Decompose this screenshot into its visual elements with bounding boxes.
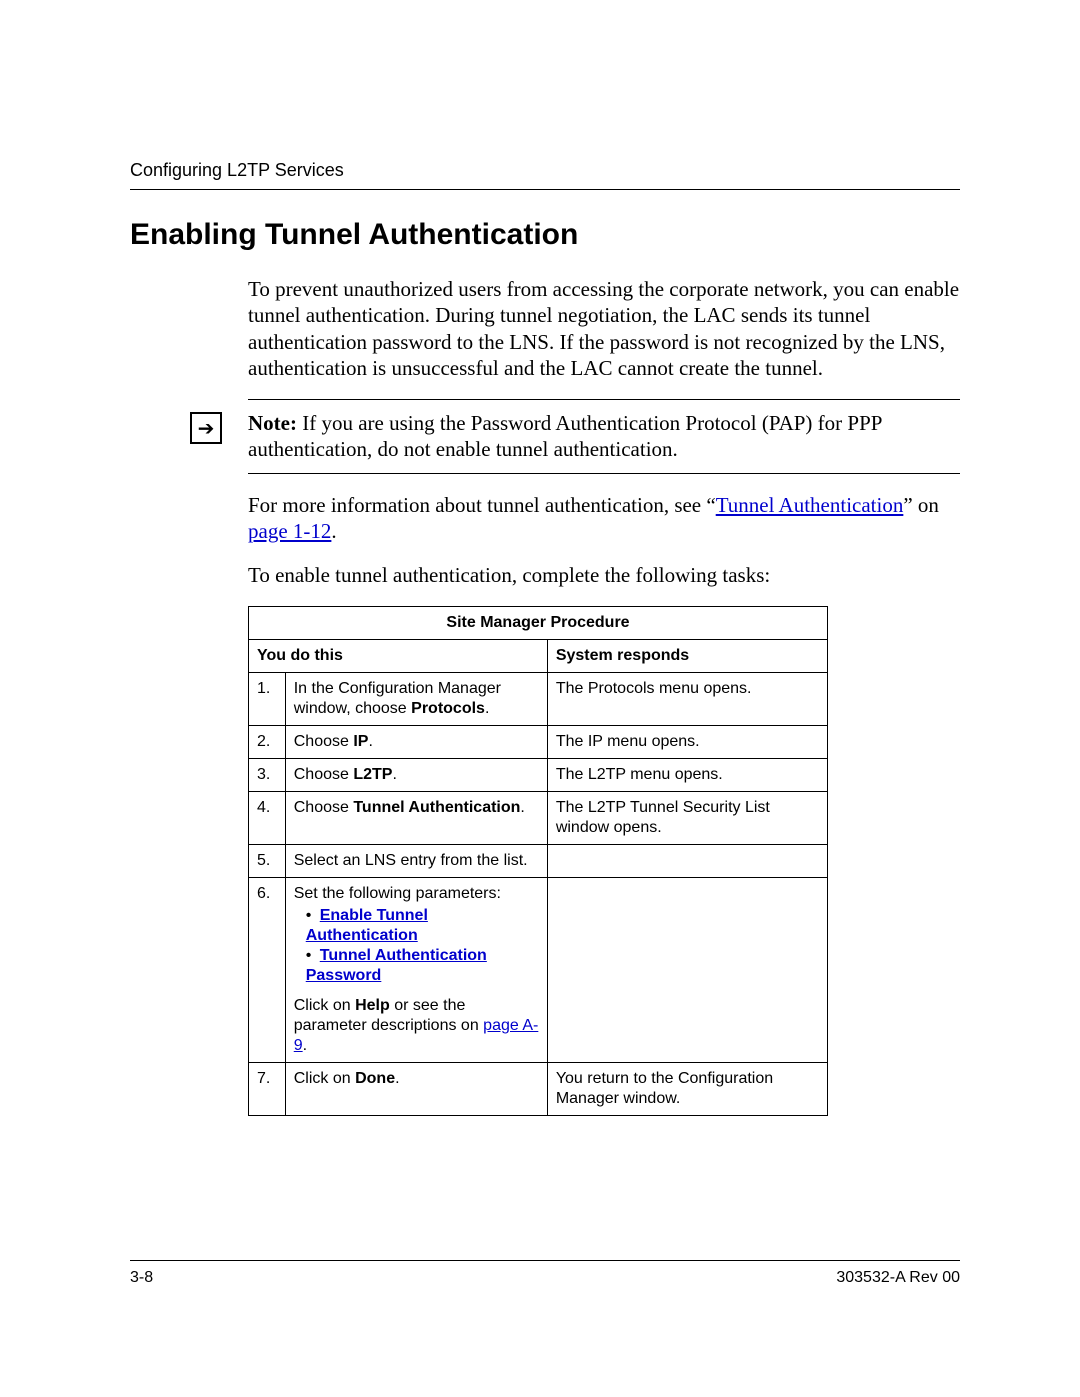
note-label: Note: (248, 411, 297, 435)
step-action: Click on Done. (285, 1063, 547, 1116)
table-row: 7. Click on Done. You return to the Conf… (249, 1063, 828, 1116)
step-number: 3. (249, 759, 286, 792)
arrow-right-icon: ➔ (190, 412, 222, 444)
step-response (547, 845, 827, 878)
text-bold: L2TP (353, 766, 392, 783)
step-response: The L2TP Tunnel Security List window ope… (547, 792, 827, 845)
text-fragment: Choose (294, 799, 354, 816)
step-action: Choose IP. (285, 726, 547, 759)
text-fragment: . (392, 766, 396, 783)
step-response: The L2TP menu opens. (547, 759, 827, 792)
list-item: Tunnel Authentication Password (306, 946, 539, 986)
text-fragment: For more information about tunnel authen… (248, 493, 716, 517)
doc-revision: 303532-A Rev 00 (836, 1269, 960, 1287)
step-number: 7. (249, 1063, 286, 1116)
step-number: 2. (249, 726, 286, 759)
text-fragment: Choose (294, 766, 354, 783)
note-block: ➔ Note: If you are using the Password Au… (248, 399, 960, 474)
tunnel-authentication-link[interactable]: Tunnel Authentication (716, 493, 904, 517)
table-row: 5. Select an LNS entry from the list. (249, 845, 828, 878)
enable-tunnel-auth-link[interactable]: Enable Tunnel Authentication (306, 907, 428, 944)
horizontal-rule (248, 473, 960, 474)
step-action: Select an LNS entry from the list. (285, 845, 547, 878)
text-fragment: . (520, 799, 524, 816)
procedure-table: Site Manager Procedure You do this Syste… (248, 606, 828, 1116)
table-row: 3. Choose L2TP. The L2TP menu opens. (249, 759, 828, 792)
list-item: Enable Tunnel Authentication (306, 906, 539, 946)
step-response: You return to the Configuration Manager … (547, 1063, 827, 1116)
text-bold: Help (355, 997, 390, 1014)
text-bold: IP (353, 733, 368, 750)
more-info-paragraph: For more information about tunnel authen… (248, 492, 960, 545)
text-fragment: . (303, 1037, 307, 1054)
running-header: Configuring L2TP Services (130, 160, 960, 190)
step-response (547, 878, 827, 1063)
text-fragment: Click on (294, 1070, 355, 1087)
step-response: The IP menu opens. (547, 726, 827, 759)
step-action: In the Configuration Manager window, cho… (285, 673, 547, 726)
intro-paragraph: To prevent unauthorized users from acces… (248, 276, 960, 381)
step-number: 1. (249, 673, 286, 726)
step-number: 6. (249, 878, 286, 1063)
table-row: 4. Choose Tunnel Authentication. The L2T… (249, 792, 828, 845)
text-fragment: . (485, 700, 489, 717)
body-content: To prevent unauthorized users from acces… (248, 276, 960, 1116)
table-caption: Site Manager Procedure (249, 607, 828, 640)
section-heading: Enabling Tunnel Authentication (130, 218, 960, 252)
table-row: 2. Choose IP. The IP menu opens. (249, 726, 828, 759)
note-body: If you are using the Password Authentica… (248, 411, 882, 461)
page-1-12-link[interactable]: page 1-12 (248, 519, 331, 543)
text-fragment: . (368, 733, 372, 750)
parameter-list: Enable Tunnel Authentication Tunnel Auth… (294, 906, 539, 986)
table-row: 6. Set the following parameters: Enable … (249, 878, 828, 1063)
page-footer: 3-8 303532-A Rev 00 (130, 1260, 960, 1287)
table-row: 1. In the Configuration Manager window, … (249, 673, 828, 726)
step-action: Choose Tunnel Authentication. (285, 792, 547, 845)
text-fragment: . (331, 519, 336, 543)
text-fragment: Click on (294, 997, 355, 1014)
tunnel-auth-password-link[interactable]: Tunnel Authentication Password (306, 947, 487, 984)
text-bold: Tunnel Authentication (353, 799, 520, 816)
column-header-action: You do this (249, 640, 548, 673)
note-text: Note: If you are using the Password Auth… (248, 410, 960, 463)
page-number: 3-8 (130, 1269, 153, 1287)
column-header-response: System responds (547, 640, 827, 673)
step-response: The Protocols menu opens. (547, 673, 827, 726)
text-bold: Protocols (411, 700, 485, 717)
horizontal-rule (248, 399, 960, 400)
document-page: Configuring L2TP Services Enabling Tunne… (0, 0, 1080, 1397)
text-fragment: Set the following parameters: (294, 885, 501, 902)
step-action: Set the following parameters: Enable Tun… (285, 878, 547, 1063)
step-number: 4. (249, 792, 286, 845)
tasks-lead-paragraph: To enable tunnel authentication, complet… (248, 562, 960, 588)
text-fragment: Choose (294, 733, 354, 750)
step-number: 5. (249, 845, 286, 878)
step-action: Choose L2TP. (285, 759, 547, 792)
text-bold: Done (355, 1070, 395, 1087)
text-fragment: . (395, 1070, 399, 1087)
text-fragment: ” on (903, 493, 939, 517)
